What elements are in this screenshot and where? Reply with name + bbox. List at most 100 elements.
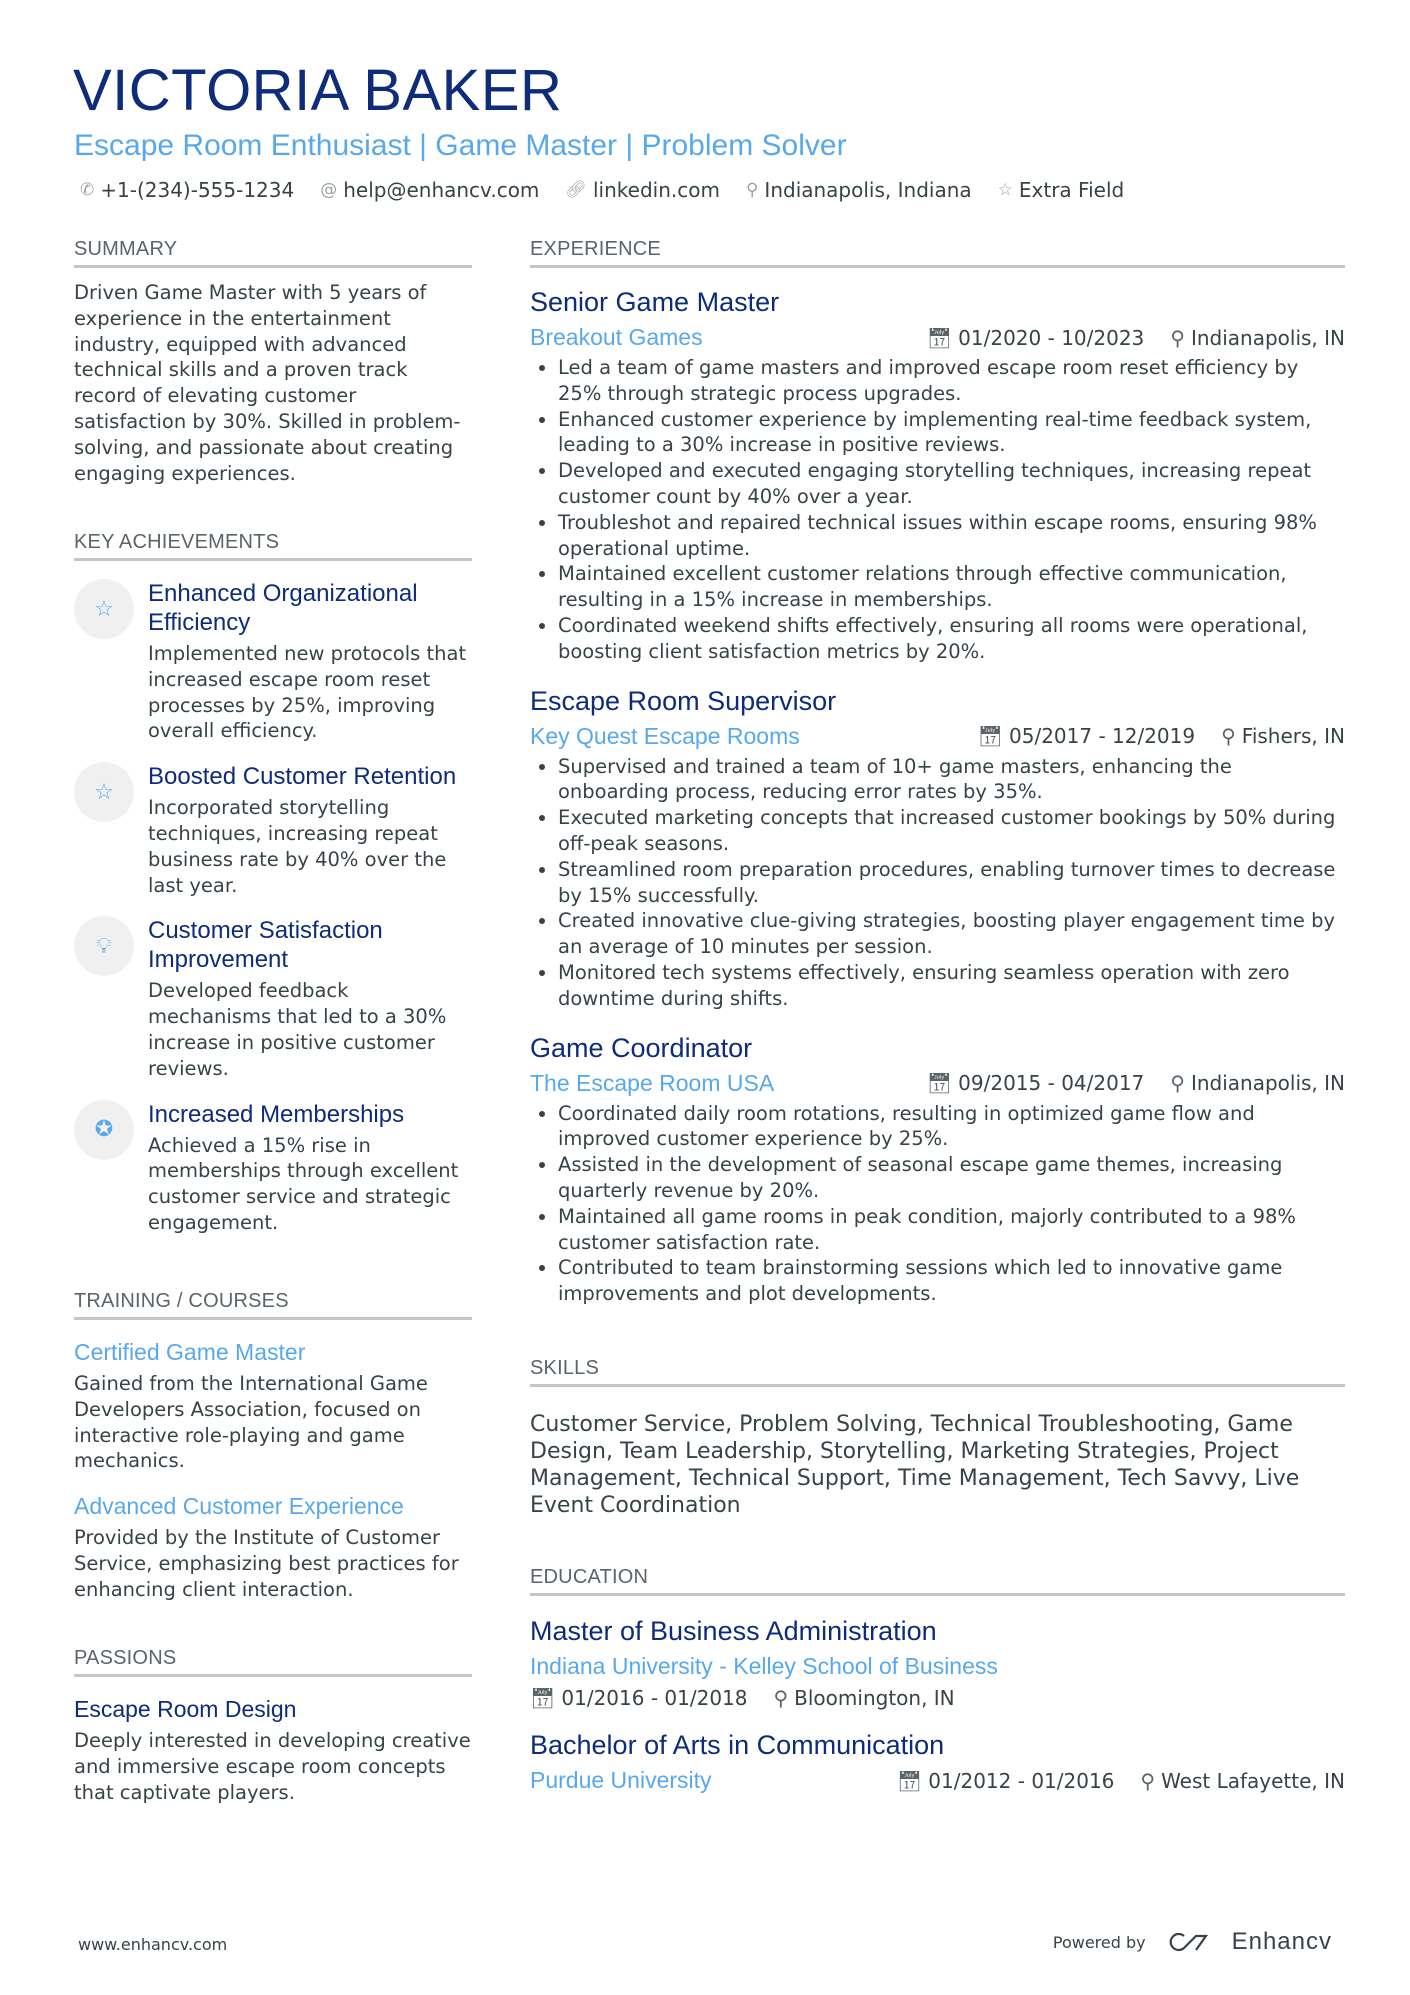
bullet: Contributed to team brainstorming sessio…	[558, 1255, 1345, 1307]
star-icon: ☆	[997, 180, 1013, 200]
job-location: Indianapolis, IN	[1190, 325, 1345, 350]
edu-degree: Master of Business Administration	[530, 1616, 937, 1646]
contact-linkedin[interactable]: 🔗︎ linkedin.com	[565, 178, 720, 202]
passions-heading: PASSIONS	[74, 1647, 472, 1677]
job-entry: Game Coordinator The Escape Room USA 📅︎ 0…	[530, 1032, 1345, 1307]
job-bullets: Coordinated daily room rotations, result…	[530, 1101, 1345, 1307]
job-company: Breakout Games	[530, 324, 703, 350]
achievement-title: Customer Satisfaction Improvement	[148, 917, 383, 974]
job-entry: Escape Room Supervisor Key Quest Escape …	[530, 685, 1345, 1012]
course-title: Certified Game Master	[74, 1339, 306, 1365]
achievement-item: ✪ Increased Memberships Achieved a 15% ri…	[74, 1099, 472, 1236]
award-ribbon-icon: ✪	[74, 1099, 134, 1160]
star-half-icon: ☆	[74, 762, 134, 823]
bullet: Coordinated weekend shifts effectively, …	[558, 613, 1345, 665]
achievement-desc: Developed feedback mechanisms that led t…	[148, 979, 447, 1080]
calendar-icon: 📅︎	[926, 325, 953, 350]
achievement-desc: Implemented new protocols that increased…	[148, 642, 467, 743]
experience-section: EXPERIENCE Senior Game Master Breakout G…	[530, 238, 1345, 1307]
bullet: Developed and executed engaging storytel…	[558, 458, 1345, 510]
bullet: Coordinated daily room rotations, result…	[558, 1101, 1345, 1153]
edu-location: Bloomington, IN	[794, 1686, 955, 1710]
contact-extra-text: Extra Field	[1018, 178, 1125, 202]
achievement-title: Boosted Customer Retention	[148, 763, 457, 791]
skills-text: Customer Service, Problem Solving, Techn…	[530, 1412, 1300, 1518]
skills-section: SKILLS Customer Service, Problem Solving…	[530, 1357, 1345, 1519]
job-company: Key Quest Escape Rooms	[530, 722, 800, 749]
calendar-icon: 📅︎	[530, 1686, 556, 1710]
location-pin-icon: ⚲	[1170, 325, 1185, 350]
experience-heading: EXPERIENCE	[530, 238, 1345, 268]
star-half-icon: ☆	[74, 579, 134, 639]
job-dates: 01/2020 - 10/2023	[958, 325, 1145, 350]
course-desc: Provided by the Institute of Customer Se…	[74, 1526, 459, 1601]
contact-location-text: Indianapolis, Indiana	[764, 178, 972, 202]
skills-heading: SKILLS	[530, 1357, 1345, 1387]
achievement-title: Increased Memberships	[148, 1100, 405, 1128]
bullet: Maintained excellent customer relations …	[558, 561, 1345, 613]
job-location: Indianapolis, IN	[1190, 1071, 1345, 1096]
training-heading: TRAINING / COURSES	[74, 1290, 472, 1320]
bullet: Troubleshot and repaired technical issue…	[558, 510, 1345, 562]
bullet: Monitored tech systems effectively, ensu…	[558, 960, 1345, 1012]
contact-row: ✆ +1-(234)-555-1234 @ help@enhancv.com 🔗︎ l…	[80, 178, 1124, 202]
achievement-item: 💡︎ Customer Satisfaction Improvement Deve…	[74, 916, 472, 1081]
brand-name: Enhancv	[1231, 1928, 1332, 1955]
job-title: Game Coordinator	[530, 1032, 753, 1063]
course-desc: Gained from the International Game Devel…	[74, 1372, 428, 1473]
job-bullets: Led a team of game masters and improved …	[530, 355, 1345, 665]
location-pin-icon: ⚲	[1140, 1768, 1156, 1793]
passion-desc: Deeply interested in developing creative…	[74, 1729, 471, 1804]
bullet: Executed marketing concepts that increas…	[558, 805, 1345, 857]
summary-heading: SUMMARY	[74, 238, 472, 268]
edu-dates: 01/2016 - 01/2018	[561, 1686, 748, 1710]
training-section: TRAINING / COURSES Certified Game Master…	[74, 1290, 472, 1603]
job-dates: 09/2015 - 04/2017	[958, 1071, 1145, 1096]
footer-website[interactable]: www.enhancv.com	[78, 1935, 227, 1954]
contact-email[interactable]: @ help@enhancv.com	[320, 178, 539, 202]
achievement-title: Enhanced Organizational Efficiency	[148, 580, 418, 636]
powered-by-label: Powered by	[1052, 1932, 1146, 1952]
candidate-name: VICTORIA BAKER	[73, 58, 563, 123]
passions-section: PASSIONS Escape Room Design Deeply inter…	[74, 1647, 472, 1805]
course-title: Advanced Customer Experience	[74, 1493, 404, 1520]
edu-dates: 01/2012 - 01/2016	[928, 1768, 1115, 1793]
achievement-desc: Achieved a 15% rise in memberships throu…	[148, 1133, 459, 1234]
bullet: Created innovative clue-giving strategie…	[558, 908, 1345, 960]
summary-text: Driven Game Master with 5 years of exper…	[74, 281, 461, 485]
achievement-item: ☆ Boosted Customer Retention Incorporated…	[74, 762, 472, 898]
contact-extra: ☆ Extra Field	[998, 178, 1125, 202]
education-section: EDUCATION Master of Business Administrat…	[530, 1566, 1345, 1794]
job-dates: 05/2017 - 12/2019	[1009, 724, 1196, 749]
contact-phone[interactable]: ✆ +1-(234)-555-1234	[80, 178, 294, 202]
location-pin-icon: ⚲	[745, 180, 759, 200]
job-title: Escape Room Supervisor	[530, 685, 837, 716]
footer-branding: Powered by Enhancv	[1053, 1928, 1332, 1956]
job-bullets: Supervised and trained a team of 10+ gam…	[530, 754, 1345, 1012]
achievement-desc: Incorporated storytelling techniques, in…	[148, 796, 447, 897]
contact-phone-text: +1-(234)-555-1234	[100, 178, 295, 202]
calendar-icon: 📅︎	[977, 724, 1003, 749]
job-title: Senior Game Master	[530, 287, 780, 317]
passion-title: Escape Room Design	[74, 1696, 297, 1722]
achievement-item: ☆ Enhanced Organizational Efficiency Impl…	[74, 579, 472, 744]
link-icon: 🔗︎	[565, 180, 587, 200]
edu-degree: Bachelor of Arts in Communication	[530, 1730, 945, 1760]
edu-school: Indiana University - Kelley School of Bu…	[530, 1653, 998, 1679]
enhancv-logo-icon	[1169, 1932, 1208, 1952]
job-location: Fishers, IN	[1241, 724, 1345, 749]
job-company: The Escape Room USA	[530, 1069, 775, 1096]
candidate-tagline: Escape Room Enthusiast | Game Master | P…	[74, 129, 847, 162]
contact-email-text: help@enhancv.com	[343, 178, 540, 202]
bullet: Maintained all game rooms in peak condit…	[558, 1204, 1345, 1256]
bullet: Streamlined room preparation procedures,…	[558, 857, 1345, 909]
location-pin-icon: ⚲	[1221, 724, 1236, 749]
edu-location: West Lafayette, IN	[1161, 1768, 1345, 1793]
location-pin-icon: ⚲	[1170, 1071, 1185, 1096]
summary-section: SUMMARY Driven Game Master with 5 years …	[74, 238, 472, 486]
phone-icon: ✆	[80, 180, 95, 200]
lightbulb-icon: 💡︎	[74, 916, 134, 977]
at-icon: @	[320, 180, 338, 200]
calendar-icon: 📅︎	[926, 1071, 953, 1096]
achievements-section: KEY ACHIEVEMENTS ☆ Enhanced Organization…	[74, 531, 472, 1236]
